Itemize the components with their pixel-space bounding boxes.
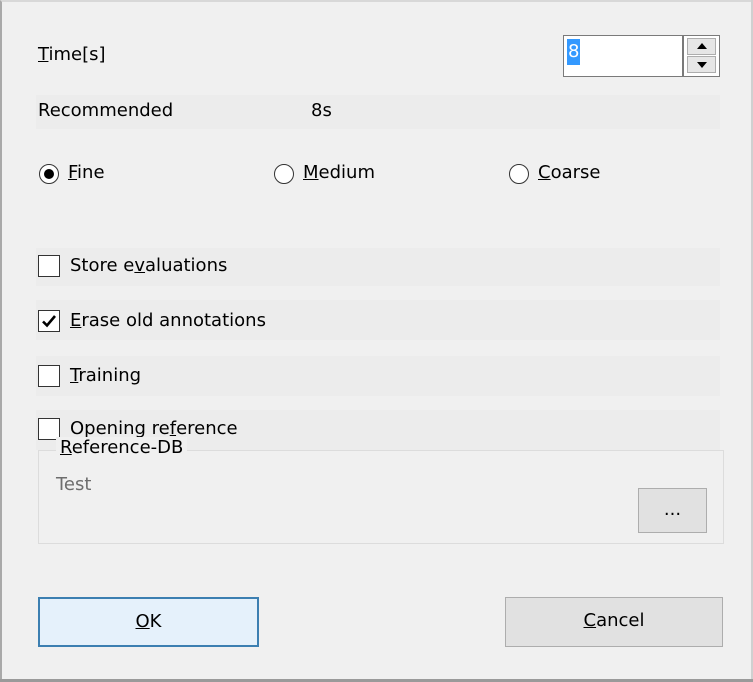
arrow-up-icon xyxy=(697,43,707,49)
time-spinner-buttons xyxy=(683,35,720,77)
training-label[interactable]: Training xyxy=(70,365,141,386)
training-box[interactable] xyxy=(38,365,60,387)
checkmark-icon xyxy=(42,315,56,328)
ok-button[interactable]: OK xyxy=(38,597,259,647)
store-evaluations-box[interactable] xyxy=(38,255,60,277)
store-evaluations-text-b: aluations xyxy=(145,255,228,276)
time-spinner-value[interactable]: 8 xyxy=(567,39,581,65)
reference-db-group xyxy=(38,450,724,544)
radio-coarse-label[interactable]: Coarse xyxy=(538,162,600,183)
erase-old-annotations-text: rase old annotations xyxy=(81,310,266,331)
radio-fine-mnemonic: F xyxy=(68,162,78,183)
radio-coarse-text: oarse xyxy=(550,162,601,183)
reference-db-legend-text: eference-DB xyxy=(71,437,184,458)
cancel-button-text: ancel xyxy=(596,610,645,631)
store-evaluations-mnemonic: v xyxy=(134,255,146,276)
radio-medium-mnemonic: M xyxy=(303,162,319,183)
store-evaluations-text-a: Store e xyxy=(70,255,135,276)
erase-old-annotations-label[interactable]: Erase old annotations xyxy=(70,310,266,331)
radio-coarse-mnemonic: C xyxy=(538,162,551,183)
opening-reference-label[interactable]: Opening reference xyxy=(70,418,238,439)
radio-medium-label[interactable]: Medium xyxy=(303,162,375,183)
time-label-text: ime[s] xyxy=(48,44,106,65)
spin-down-button[interactable] xyxy=(687,56,716,73)
ok-button-text: K xyxy=(149,611,162,632)
erase-old-annotations-box[interactable] xyxy=(38,310,60,332)
time-label: Time[s] xyxy=(38,44,106,65)
opening-reference-text-b: erence xyxy=(176,418,238,439)
recommended-value: 8s xyxy=(311,100,332,121)
erase-old-annotations-mnemonic: E xyxy=(70,310,82,331)
cancel-mnemonic: C xyxy=(583,610,597,631)
radio-coarse-circle[interactable] xyxy=(509,164,529,184)
reference-db-legend: Reference-DB xyxy=(56,437,188,458)
radio-medium-circle[interactable] xyxy=(274,164,294,184)
radio-fine-text: ine xyxy=(77,162,105,183)
ok-mnemonic: O xyxy=(135,611,150,632)
browse-reference-db-button[interactable]: ... xyxy=(638,488,707,533)
training-text: raining xyxy=(78,365,142,386)
spin-up-button[interactable] xyxy=(687,38,716,55)
radio-selected-dot xyxy=(44,169,54,179)
radio-fine-circle[interactable] xyxy=(39,164,59,184)
arrow-down-icon xyxy=(697,62,707,68)
time-spinner-input[interactable]: 8 xyxy=(563,35,683,77)
cancel-button[interactable]: Cancel xyxy=(505,597,723,647)
reference-db-value: Test xyxy=(56,474,92,495)
recommended-label: Recommended xyxy=(38,100,174,121)
radio-medium-text: edium xyxy=(318,162,375,183)
radio-fine-label[interactable]: Fine xyxy=(68,162,105,183)
store-evaluations-label[interactable]: Store evaluations xyxy=(70,255,227,276)
opening-reference-text-a: Opening re xyxy=(70,418,170,439)
time-label-mnemonic: T xyxy=(38,44,49,65)
reference-db-mnemonic: R xyxy=(60,437,72,458)
